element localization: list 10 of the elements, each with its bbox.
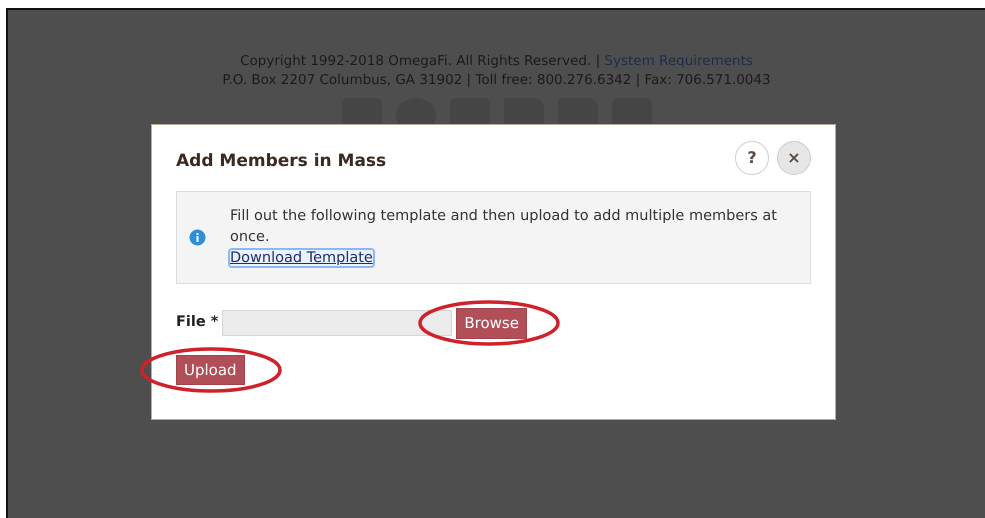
close-button[interactable]: × [777,141,811,175]
browse-button[interactable]: Browse [456,308,527,338]
help-button[interactable]: ? [735,141,769,175]
upload-button[interactable]: Upload [176,354,245,385]
file-label: File * [176,313,218,332]
download-template-link[interactable]: Download Template [230,250,373,266]
dialog-title: Add Members in Mass [176,150,386,173]
info-icon [189,229,206,246]
file-input-field[interactable] [222,310,452,336]
info-message: Fill out the following template and then upload to add multiple members at once. [230,207,778,247]
